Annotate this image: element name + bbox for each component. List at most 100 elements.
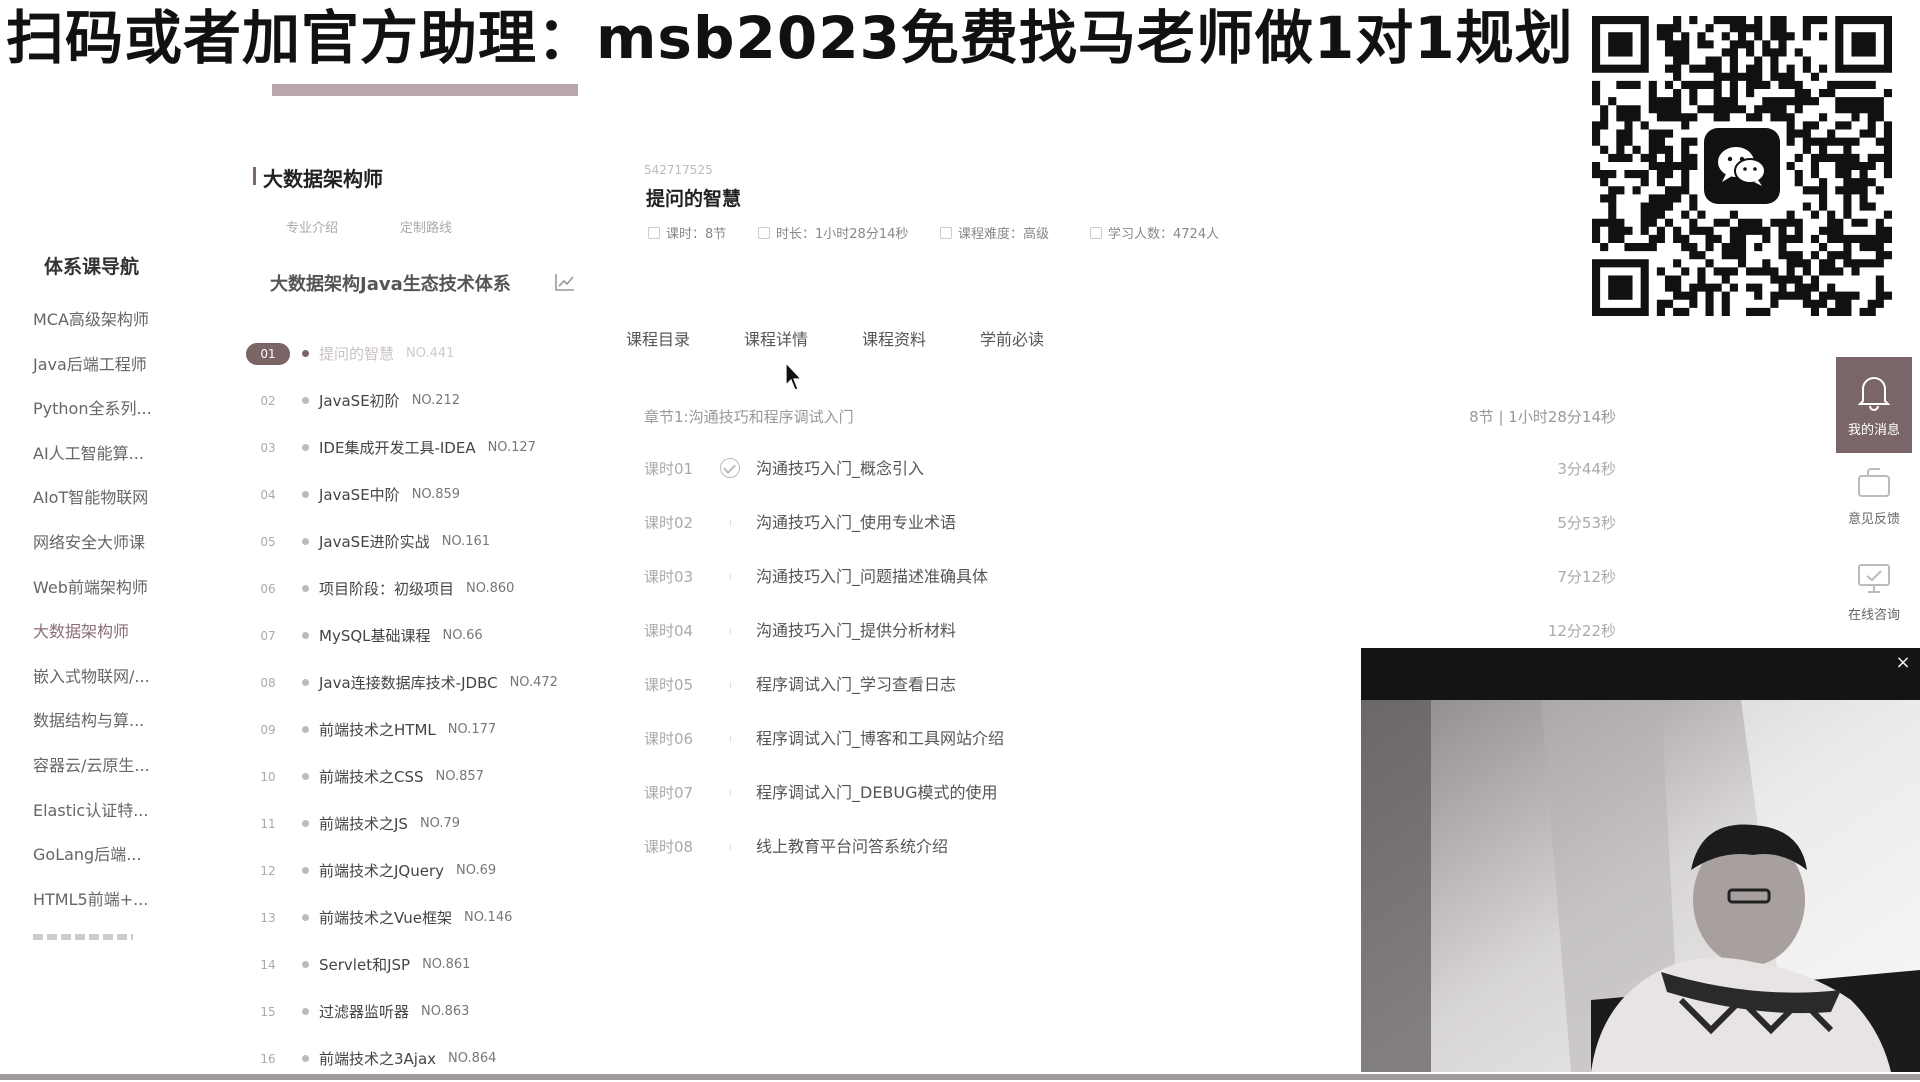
lesson-row[interactable]: 课时02 沟通技巧入门_使用专业术语 5分53秒 [644,500,1616,554]
course-no: NO.69 [456,863,497,878]
nav-item[interactable]: Python全系列... [33,387,152,432]
status-mark-icon [730,682,731,688]
course-item[interactable]: 09 前端技术之HTML NO.177 [246,706,558,753]
course-item[interactable]: 02 JavaSE初阶 NO.212 [246,377,558,424]
tab-catalog[interactable]: 课程目录 [626,326,744,350]
lesson-duration: 5分53秒 [1557,514,1616,532]
course-no: NO.861 [422,957,471,972]
course-number: 05 [260,534,276,549]
lesson-count: 课时：8节 [648,223,726,242]
bell-icon [1857,377,1891,411]
status-mark-icon [730,574,731,580]
chapter-summary: 8节 | 1小时28分14秒 [1469,408,1616,426]
nav-item-active[interactable]: 大数据架构师 [33,610,152,655]
lesson-no: 课时02 [644,514,694,532]
tab-details[interactable]: 课程详情 [744,326,862,350]
lesson-duration: 7分12秒 [1557,568,1616,586]
system-title: 大数据架构Java生态技术体系 [270,274,511,295]
bullet-icon [302,679,309,686]
course-number: 12 [260,863,276,878]
nav-item[interactable]: AI人工智能算... [33,432,152,477]
webcam-video[interactable]: × [1361,648,1920,1072]
course-number: 10 [260,769,276,784]
nav-item[interactable]: MCA高级架构师 [33,298,152,343]
course-item[interactable]: 12 前端技术之JQuery NO.69 [246,847,558,894]
nav-item[interactable]: AIoT智能物联网 [33,476,152,521]
course-number: 16 [260,1051,276,1066]
lesson-name: 程序调试入门_DEBUG模式的使用 [756,783,998,802]
course-name: 提问的智慧 [319,345,395,363]
course-item[interactable]: 04 JavaSE中阶 NO.859 [246,471,558,518]
lesson-name: 程序调试入门_学习查看日志 [756,675,957,694]
chapter-header[interactable]: 章节1:沟通技巧和程序调试入门 8节 | 1小时28分14秒 [644,406,1616,427]
course-item[interactable]: 06 项目阶段：初级项目 NO.860 [246,565,558,612]
course-item[interactable]: 15 过滤器监听器 NO.863 [246,988,558,1035]
course-no: NO.66 [442,628,483,643]
video-frame [1361,700,1920,1072]
qr-finder-pattern [1835,16,1892,73]
qr-finder-pattern [1592,16,1649,73]
nav-item[interactable]: 网络安全大师课 [33,521,152,566]
nav-item[interactable]: 容器云/云原生... [33,744,152,789]
lesson-row[interactable]: 课时01 沟通技巧入门_概念引入 3分44秒 [644,446,1616,500]
nav-item[interactable]: 嵌入式物联网/... [33,655,152,700]
status-mark-icon [730,628,731,634]
course-item[interactable]: 14 Servlet和JSP NO.861 [246,941,558,988]
bullet-icon [302,491,309,498]
lesson-duration: 3分44秒 [1557,460,1616,478]
bullet-icon [302,773,309,780]
my-messages-label: 我的消息 [1847,423,1900,438]
course-name: 前端技术之HTML [319,721,436,739]
course-item[interactable]: 03 IDE集成开发工具-IDEA NO.127 [246,424,558,471]
tab-prerequisites[interactable]: 学前必读 [980,326,1098,350]
course-item[interactable]: 07 MySQL基础课程 NO.66 [246,612,558,659]
course-number: 03 [260,440,276,455]
feedback-icon [1858,468,1890,497]
course-number: 09 [260,722,276,737]
nav-item[interactable]: 数据结构与算... [33,699,152,744]
course-item[interactable]: 08 Java连接数据库技术-JDBC NO.472 [246,659,558,706]
course-id: 542717525 [644,163,713,177]
custom-route-link[interactable]: 定制路线 [400,217,452,236]
course-title: 提问的智慧 [646,188,742,210]
status-mark-icon [730,520,731,526]
monitor-icon [1858,564,1890,593]
course-item[interactable]: 11 前端技术之JS NO.79 [246,800,558,847]
status-mark-icon [730,736,731,742]
my-messages-button[interactable]: 我的消息 [1836,357,1912,453]
course-no: NO.161 [441,534,491,549]
nav-item[interactable]: HTML5前端+... [33,878,152,923]
course-item[interactable]: 10 前端技术之CSS NO.857 [246,753,558,800]
intro-link[interactable]: 专业介绍 [286,217,338,236]
bullet-icon [302,1008,309,1015]
bottom-scrollbar[interactable] [0,1074,1920,1080]
course-name: Java连接数据库技术-JDBC [319,674,498,692]
course-number: 11 [260,816,276,831]
bullet-icon [302,585,309,592]
nav-item[interactable]: Web前端架构师 [33,566,152,611]
nav-item[interactable]: GoLang后端... [33,833,152,878]
course-item-active[interactable]: 01 提问的智慧 NO.441 [246,330,558,377]
close-icon[interactable]: × [1894,654,1912,672]
check-circle-icon [720,458,740,478]
nav-item[interactable]: Java后端工程师 [33,343,152,388]
online-consult-button[interactable]: 在线咨询 [1836,556,1912,636]
course-item[interactable]: 05 JavaSE进阶实战 NO.161 [246,518,558,565]
lesson-no: 课时07 [644,784,694,802]
course-no: NO.860 [466,581,515,596]
tab-materials[interactable]: 课程资料 [862,326,980,350]
bullet-icon [302,914,309,921]
learner-count: 学习人数：4724人 [1090,223,1219,242]
nav-item[interactable]: Elastic认证特... [33,789,152,834]
lesson-name: 沟通技巧入门_使用专业术语 [756,513,957,532]
course-name: JavaSE中阶 [319,486,400,504]
lesson-no: 课时04 [644,622,694,640]
chart-icon[interactable] [554,272,576,292]
course-name: 项目阶段：初级项目 [319,580,455,598]
feedback-button[interactable]: 意见反馈 [1836,460,1912,540]
course-name: 前端技术之JS [319,815,408,833]
course-item[interactable]: 13 前端技术之Vue框架 NO.146 [246,894,558,941]
course-no: NO.863 [421,1004,470,1019]
lesson-row[interactable]: 课时03 沟通技巧入门_问题描述准确具体 7分12秒 [644,554,1616,608]
course-name: 过滤器监听器 [319,1003,410,1021]
